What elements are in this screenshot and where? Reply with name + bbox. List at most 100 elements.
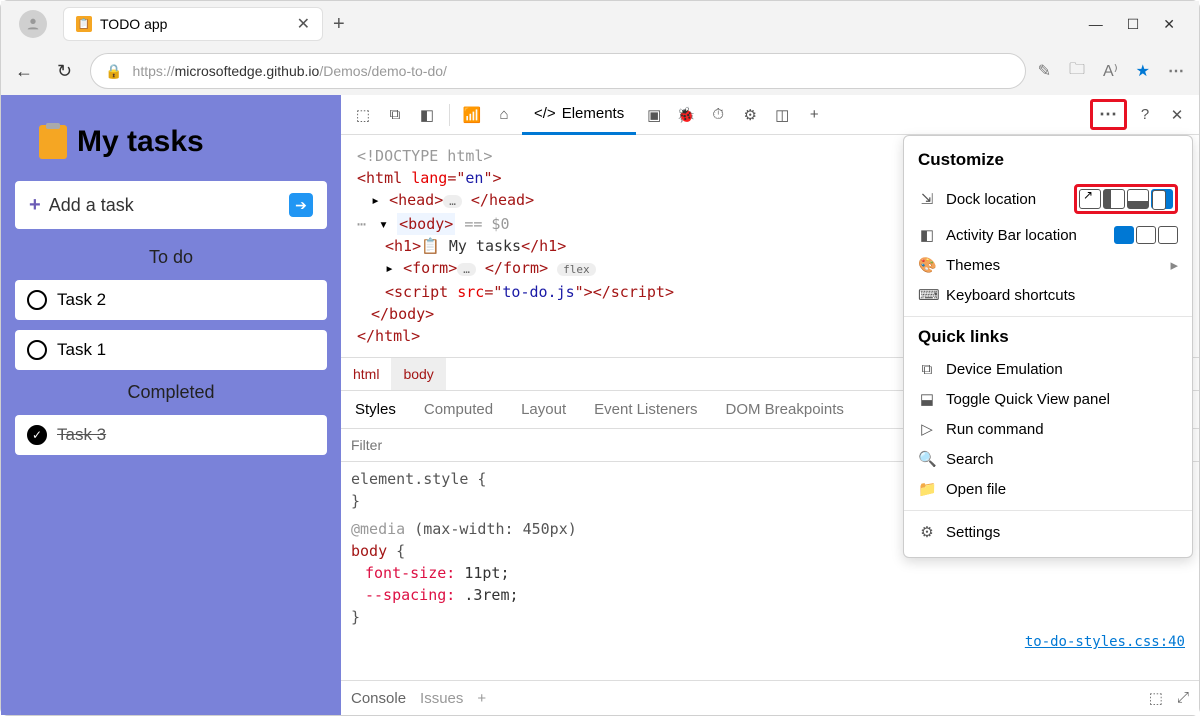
dom-html-open: <html lang="en">: [357, 169, 502, 187]
collections-icon[interactable]: 🗀: [1069, 58, 1085, 85]
browser-tab[interactable]: 📋 TODO app ✕: [63, 7, 323, 41]
console-icon[interactable]: ▣: [640, 106, 668, 124]
menu-shortcuts[interactable]: ⌨ Keyboard shortcuts: [904, 280, 1192, 310]
tab-dom-breakpoints[interactable]: DOM Breakpoints: [712, 391, 858, 428]
dock-location-label: Dock location: [946, 191, 1036, 208]
drawer-dock-icon[interactable]: ⬚: [1149, 689, 1163, 707]
menu-run-command[interactable]: ▷Run command: [904, 414, 1192, 444]
memory-icon[interactable]: ⚙: [736, 106, 764, 124]
address-bar-row: ← ↻ 🔒 https://microsoftedge.github.io/De…: [1, 47, 1199, 95]
todo-app: My tasks + Add a task ➔ To do Task 2 Tas…: [1, 95, 341, 715]
browser-titlebar: 📋 TODO app ✕ + — ☐ ✕: [1, 1, 1199, 47]
close-button[interactable]: ✕: [1163, 16, 1175, 33]
keyboard-icon: ⌨: [918, 286, 936, 304]
device-icon: ⧉: [918, 361, 936, 378]
tab-computed[interactable]: Computed: [410, 391, 507, 428]
activity-bar-label: Activity Bar location: [946, 227, 1077, 244]
tab-close-icon[interactable]: ✕: [297, 14, 310, 34]
task-label: Task 1: [57, 340, 106, 360]
play-icon: ▷: [918, 420, 936, 438]
task-label: Task 2: [57, 290, 106, 310]
menu-device-emulation[interactable]: ⧉Device Emulation: [904, 355, 1192, 384]
home-icon[interactable]: ⌂: [490, 106, 518, 123]
plus-icon: +: [29, 194, 41, 217]
panel-toggle-icon: ⬓: [918, 390, 936, 408]
sources-icon[interactable]: 🐞: [672, 106, 700, 124]
read-aloud-icon[interactable]: A⁾: [1103, 61, 1118, 81]
tab-event-listeners[interactable]: Event Listeners: [580, 391, 711, 428]
crumb-body[interactable]: body: [391, 358, 445, 390]
add-tab-icon[interactable]: +: [800, 106, 828, 123]
address-bar[interactable]: 🔒 https://microsoftedge.github.io/Demos/…: [90, 53, 1026, 89]
drawer-expand-icon[interactable]: ⤢: [1177, 689, 1189, 707]
task-item[interactable]: Task 1: [15, 330, 327, 370]
dock-undock[interactable]: [1079, 189, 1101, 209]
profile-avatar[interactable]: [19, 10, 47, 38]
tab-layout[interactable]: Layout: [507, 391, 580, 428]
devtools-customize-menu: Customize ⇲ Dock location ◧ Activity Bar…: [903, 135, 1193, 558]
site-info-icon[interactable]: 🔒: [105, 63, 122, 80]
drawer-console-tab[interactable]: Console: [351, 690, 406, 707]
window-controls: — ☐ ✕: [1089, 16, 1191, 33]
activity-bar-top[interactable]: [1114, 226, 1134, 244]
activity-bar-right[interactable]: [1158, 226, 1178, 244]
completed-section-label: Completed: [15, 382, 327, 403]
devtools-close-icon[interactable]: ✕: [1163, 106, 1191, 124]
device-toggle-icon[interactable]: ⧉: [381, 106, 409, 123]
dock-location-icon: ⇲: [918, 190, 936, 208]
panel-icon[interactable]: ◧: [413, 106, 441, 124]
refresh-button[interactable]: ↻: [51, 55, 78, 88]
tab-favicon: 📋: [76, 16, 92, 32]
application-icon[interactable]: ◫: [768, 106, 796, 124]
tab-styles[interactable]: Styles: [341, 391, 410, 428]
maximize-button[interactable]: ☐: [1127, 16, 1140, 33]
menu-themes[interactable]: 🎨 Themes▸: [904, 250, 1192, 280]
activity-bar-icon: ◧: [918, 226, 936, 244]
back-button[interactable]: ←: [9, 55, 39, 88]
dock-left[interactable]: [1103, 189, 1125, 209]
dock-options-group: [1074, 184, 1178, 214]
minimize-button[interactable]: —: [1089, 16, 1103, 33]
tab-elements[interactable]: </> Elements: [522, 95, 636, 135]
inspect-icon[interactable]: ⬚: [349, 106, 377, 124]
menu-settings[interactable]: ⚙Settings: [904, 517, 1192, 547]
devtools: ⬚ ⧉ ◧ 📶 ⌂ </> Elements ▣ 🐞 ⏱ ⚙ ◫ + ⋯ ? ✕…: [341, 95, 1199, 715]
activity-bar-left[interactable]: [1136, 226, 1156, 244]
drawer-add-tab[interactable]: +: [477, 690, 486, 707]
crumb-html[interactable]: html: [341, 358, 391, 390]
devtools-drawer: Console Issues + ⬚ ⤢: [341, 680, 1199, 715]
popup-quicklinks-heading: Quick links: [904, 323, 1192, 355]
dom-body-close: </body>: [371, 305, 434, 323]
edit-icon[interactable]: ✎: [1038, 61, 1051, 81]
menu-toggle-quickview[interactable]: ⬓Toggle Quick View panel: [904, 384, 1192, 414]
menu-open-file[interactable]: 📁Open file: [904, 474, 1192, 504]
network-conditions-icon[interactable]: 📶: [458, 106, 486, 124]
themes-icon: 🎨: [918, 256, 936, 274]
folder-icon: 📁: [918, 480, 936, 498]
devtools-toolbar: ⬚ ⧉ ◧ 📶 ⌂ </> Elements ▣ 🐞 ⏱ ⚙ ◫ + ⋯ ? ✕: [341, 95, 1199, 135]
browser-menu-icon[interactable]: ⋯: [1168, 61, 1185, 81]
dock-bottom[interactable]: [1127, 189, 1149, 209]
favorite-icon[interactable]: ★: [1136, 61, 1150, 81]
menu-search[interactable]: 🔍Search: [904, 444, 1192, 474]
task-checkbox-done[interactable]: ✓: [27, 425, 47, 445]
dock-right[interactable]: [1151, 189, 1173, 209]
devtools-more-button[interactable]: ⋯: [1090, 99, 1127, 130]
drawer-issues-tab[interactable]: Issues: [420, 690, 463, 707]
tab-title: TODO app: [100, 16, 167, 32]
task-label: Task 3: [57, 425, 106, 445]
submit-task-button[interactable]: ➔: [289, 193, 313, 217]
dom-html-close: </html>: [357, 327, 420, 345]
performance-icon[interactable]: ⏱: [704, 106, 732, 123]
clipboard-icon: [39, 125, 67, 159]
dom-body-selected[interactable]: <body>: [397, 213, 455, 235]
help-icon[interactable]: ?: [1131, 106, 1159, 123]
add-task-input[interactable]: + Add a task ➔: [15, 181, 327, 229]
task-item-completed[interactable]: ✓ Task 3: [15, 415, 327, 455]
task-checkbox[interactable]: [27, 290, 47, 310]
task-checkbox[interactable]: [27, 340, 47, 360]
new-tab-button[interactable]: +: [333, 13, 345, 36]
add-task-placeholder: Add a task: [49, 195, 134, 216]
css-source-link[interactable]: to-do-styles.css:40: [341, 634, 1199, 650]
task-item[interactable]: Task 2: [15, 280, 327, 320]
